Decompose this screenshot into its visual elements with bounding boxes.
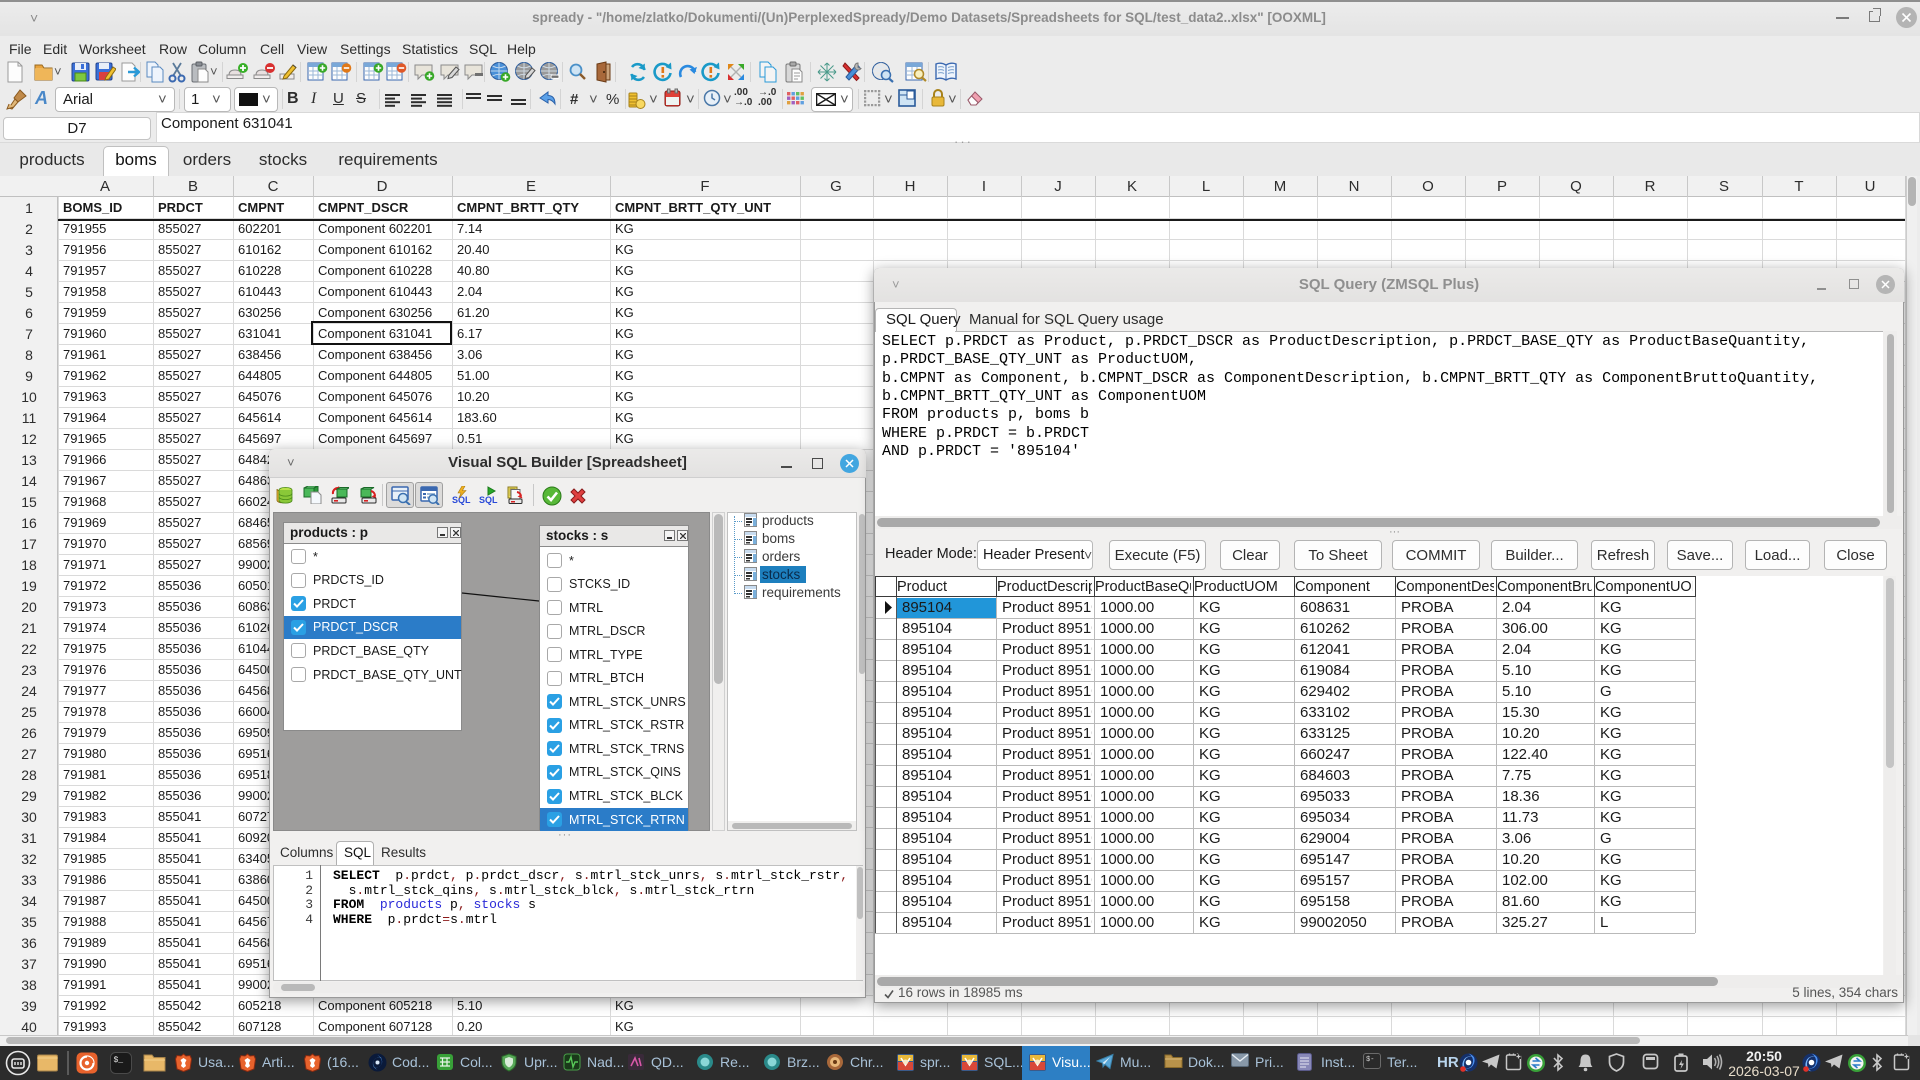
svg-text:SQL: SQL [452,495,471,505]
svg-text:$-: $- [1366,1056,1374,1064]
svg-text:SQL: SQL [479,495,498,505]
svg-text:$_: $_ [114,1056,124,1065]
